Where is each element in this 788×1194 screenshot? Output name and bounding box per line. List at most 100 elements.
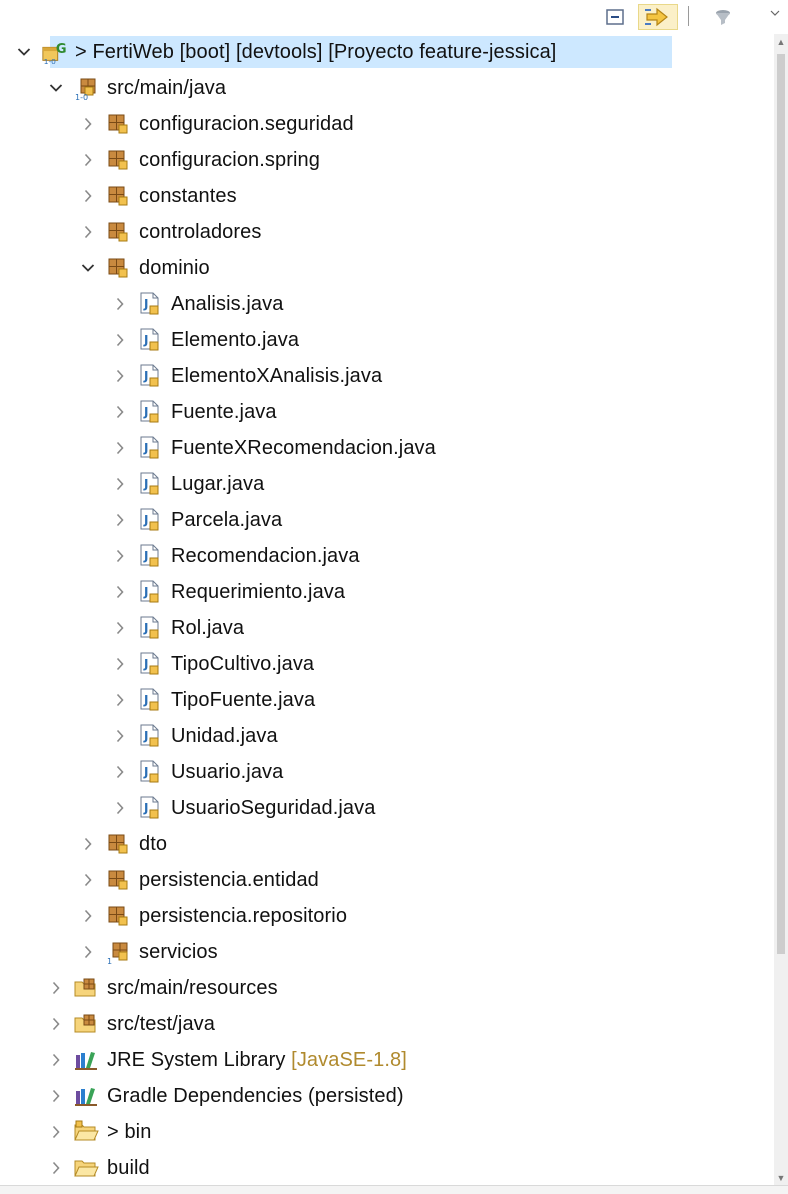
tree-item[interactable]: 1-0 src/main/java [0, 70, 774, 106]
tree-item[interactable]: J TipoFuente.java [0, 682, 774, 718]
chevron-right-icon[interactable] [47, 1015, 65, 1033]
tree-item-label: Elemento.java [171, 329, 299, 352]
chevron-right-icon[interactable] [79, 115, 97, 133]
svg-text:J: J [143, 585, 148, 599]
tree-item[interactable]: J Usuario.java [0, 754, 774, 790]
filter-button[interactable] [708, 4, 738, 30]
chevron-right-icon[interactable] [111, 799, 129, 817]
chevron-right-icon[interactable] [47, 979, 65, 997]
tree-item[interactable]: persistencia.repositorio [0, 898, 774, 934]
svg-text:J: J [143, 297, 148, 311]
tree-item-text: TipoCultivo.java [171, 652, 315, 675]
chevron-right-icon[interactable] [79, 907, 97, 925]
tree-item[interactable]: configuracion.spring [0, 142, 774, 178]
chevron-right-icon[interactable] [111, 403, 129, 421]
scroll-down-icon[interactable]: ▼ [774, 1170, 788, 1186]
collapse-all-button[interactable] [600, 4, 630, 30]
library-icon [73, 1083, 99, 1109]
java-file-icon: J [137, 759, 163, 785]
tree-item-text: Lugar.java [171, 472, 265, 495]
tree-item[interactable]: build [0, 1150, 774, 1186]
tree-item-label: Unidad.java [171, 725, 278, 748]
chevron-right-icon[interactable] [79, 187, 97, 205]
tree-item-label: ElementoXAnalisis.java [171, 365, 382, 388]
chevron-right-icon[interactable] [111, 583, 129, 601]
chevron-right-icon[interactable] [47, 1051, 65, 1069]
tree-item[interactable]: J Recomendacion.java [0, 538, 774, 574]
tree-item[interactable]: src/test/java [0, 1006, 774, 1042]
vertical-scrollbar[interactable]: ▲ ▼ [774, 34, 788, 1186]
chevron-right-icon[interactable] [111, 511, 129, 529]
package-icon [105, 903, 131, 929]
tree-item[interactable]: J Analisis.java [0, 286, 774, 322]
package-icon [105, 219, 131, 245]
tree-item[interactable]: J TipoCultivo.java [0, 646, 774, 682]
tree-item[interactable]: controladores [0, 214, 774, 250]
tree-item[interactable]: J Requerimiento.java [0, 574, 774, 610]
tree-item-text: dominio [139, 256, 210, 279]
chevron-down-icon[interactable] [47, 79, 65, 97]
tree-item[interactable]: J ElementoXAnalisis.java [0, 358, 774, 394]
tree-item[interactable]: J Rol.java [0, 610, 774, 646]
chevron-right-icon[interactable] [111, 655, 129, 673]
tree-item-label: Usuario.java [171, 761, 283, 784]
chevron-right-icon[interactable] [111, 691, 129, 709]
chevron-right-icon[interactable] [111, 727, 129, 745]
tree-item[interactable]: G 1-0 > FertiWeb [boot] [devtools] [Proyec… [0, 34, 774, 70]
chevron-right-icon[interactable] [111, 367, 129, 385]
chevron-right-icon[interactable] [111, 619, 129, 637]
scrollbar-thumb[interactable] [777, 54, 785, 954]
library-icon [73, 1047, 99, 1073]
view-menu-button[interactable] [765, 0, 785, 26]
tree-item[interactable]: configuracion.seguridad [0, 106, 774, 142]
tree-item[interactable]: 1 servicios [0, 934, 774, 970]
view-toolbar [0, 0, 788, 34]
chevron-right-icon[interactable] [79, 871, 97, 889]
tree-item-text: ElementoXAnalisis.java [171, 364, 383, 387]
chevron-right-icon[interactable] [79, 943, 97, 961]
tree-item[interactable]: constantes [0, 178, 774, 214]
java-file-icon: J [137, 291, 163, 317]
tree-item[interactable]: J Parcela.java [0, 502, 774, 538]
chevron-right-icon[interactable] [111, 547, 129, 565]
tree-item[interactable]: > bin [0, 1114, 774, 1150]
chevron-right-icon[interactable] [79, 223, 97, 241]
chevron-right-icon[interactable] [79, 835, 97, 853]
chevron-right-icon[interactable] [111, 439, 129, 457]
tree-item[interactable]: src/main/resources [0, 970, 774, 1006]
tree-item-text: src/main/resources [107, 976, 278, 999]
tree-item[interactable]: J FuenteXRecomendacion.java [0, 430, 774, 466]
tree-item[interactable]: J Unidad.java [0, 718, 774, 754]
view-bottom-border [0, 1185, 788, 1194]
chevron-down-icon[interactable] [79, 259, 97, 277]
scroll-up-icon[interactable]: ▲ [774, 34, 788, 50]
resource-folder-icon [73, 975, 99, 1001]
chevron-right-icon[interactable] [111, 331, 129, 349]
tree-item-label: Fuente.java [171, 401, 277, 424]
tree-item[interactable]: JRE System Library [JavaSE-1.8] [0, 1042, 774, 1078]
chevron-right-icon[interactable] [47, 1159, 65, 1177]
tree-item-label: Analisis.java [171, 293, 283, 316]
tree-item-label: Gradle Dependencies (persisted) [107, 1085, 404, 1108]
tree-item[interactable]: dominio [0, 250, 774, 286]
chevron-right-icon[interactable] [47, 1087, 65, 1105]
tree-item[interactable]: J UsuarioSeguridad.java [0, 790, 774, 826]
tree-item[interactable]: Gradle Dependencies (persisted) [0, 1078, 774, 1114]
svg-text:G: G [56, 42, 67, 57]
tree-item[interactable]: persistencia.entidad [0, 862, 774, 898]
chevron-down-icon[interactable] [15, 43, 33, 61]
tree-item[interactable]: J Fuente.java [0, 394, 774, 430]
tree-item-label: JRE System Library [JavaSE-1.8] [107, 1049, 407, 1072]
chevron-right-icon[interactable] [111, 475, 129, 493]
chevron-right-icon[interactable] [47, 1123, 65, 1141]
link-with-editor-button[interactable] [638, 4, 678, 30]
svg-text:J: J [143, 441, 148, 455]
chevron-right-icon[interactable] [111, 295, 129, 313]
tree-item[interactable]: dto [0, 826, 774, 862]
tree-item-text: Unidad.java [171, 724, 278, 747]
chevron-right-icon[interactable] [111, 763, 129, 781]
chevron-right-icon[interactable] [79, 151, 97, 169]
tree-item[interactable]: J Elemento.java [0, 322, 774, 358]
tree-item-text: dto [139, 832, 168, 855]
tree-item[interactable]: J Lugar.java [0, 466, 774, 502]
